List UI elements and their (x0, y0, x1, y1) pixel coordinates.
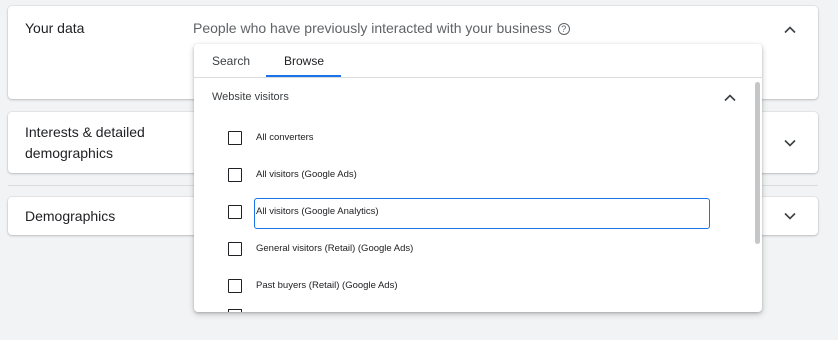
tab-browse[interactable]: Browse (284, 54, 324, 68)
card-title-your-data: Your data (25, 20, 85, 36)
checkbox[interactable] (228, 131, 242, 145)
audience-dropdown: Search Browse Website visitors All conve… (194, 44, 762, 312)
help-icon[interactable]: ? (557, 23, 570, 35)
tab-search[interactable]: Search (212, 54, 250, 68)
option-label: General visitors (Retail) (Google Ads) (256, 243, 414, 254)
dropdown-tabs: Search Browse (194, 44, 762, 78)
section-website-visitors[interactable]: Website visitors (212, 91, 289, 103)
card-title-demographics: Demographics (25, 208, 116, 224)
list-item[interactable]: All visitors (Google Analytics) (194, 198, 734, 229)
chevron-down-icon[interactable] (782, 135, 798, 151)
chevron-up-icon[interactable] (782, 22, 798, 38)
option-label: All converters (256, 132, 314, 143)
chevron-down-icon[interactable] (782, 208, 798, 224)
checkbox[interactable] (228, 279, 242, 293)
checkbox[interactable] (228, 309, 242, 312)
your-data-description: People who have previously interacted wi… (193, 20, 570, 36)
option-label: Past buyers (Retail) (Google Ads) (256, 280, 398, 291)
card-title-interests: Interests & detailed demographics (25, 122, 145, 164)
checkbox[interactable] (228, 168, 242, 182)
scrollbar[interactable] (755, 82, 760, 244)
list-item[interactable]: Past buyers (Retail) (Google Ads) (194, 273, 734, 303)
option-label: All visitors (Google Analytics) (256, 206, 379, 217)
card-title-interests-line2: demographics (25, 145, 113, 161)
checkbox[interactable] (228, 205, 242, 219)
option-label: All visitors (Google Ads) (256, 169, 357, 180)
list-item[interactable]: General visitors (Retail) (Google Ads) (194, 236, 734, 266)
your-data-description-text: People who have previously interacted wi… (193, 20, 552, 36)
list-item[interactable]: All visitors (Google Ads) (194, 162, 734, 192)
list-item[interactable]: All converters (194, 125, 734, 155)
card-title-interests-line1: Interests & detailed (25, 124, 145, 140)
checkbox[interactable] (228, 242, 242, 256)
chevron-up-icon[interactable] (722, 90, 738, 106)
active-tab-indicator (266, 75, 341, 77)
